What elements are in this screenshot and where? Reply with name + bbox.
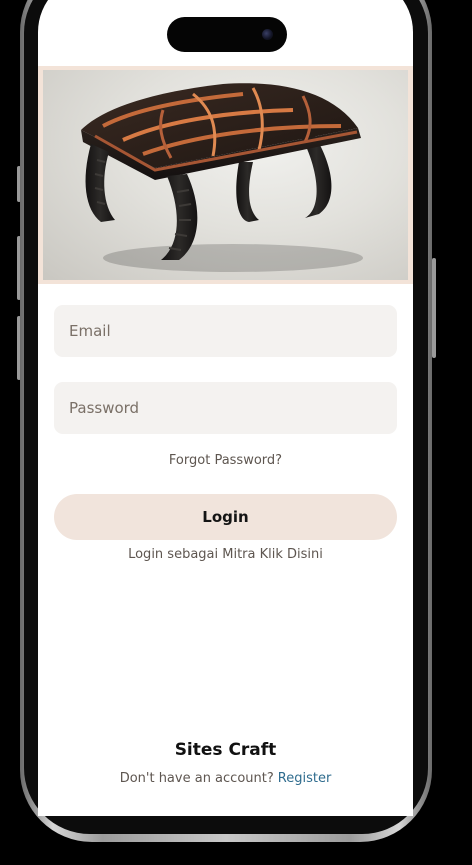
hero-image [43, 70, 408, 280]
app-screen: Forgot Password? Login Login sebagai Mit… [38, 0, 413, 816]
forgot-password-link[interactable]: Forgot Password? [38, 453, 413, 468]
email-input[interactable] [54, 305, 397, 357]
password-input[interactable] [54, 382, 397, 434]
login-button[interactable]: Login [54, 494, 397, 540]
camera-icon [262, 29, 273, 40]
partner-login-link[interactable]: Login sebagai Mitra Klik Disini [38, 547, 413, 562]
brand-name: Sites Craft [174, 740, 277, 760]
register-row: Don't have an account? Register [38, 771, 413, 786]
no-account-text: Don't have an account? [119, 771, 274, 786]
register-link[interactable]: Register [278, 771, 332, 786]
hero-banner [38, 66, 413, 284]
power-button [432, 258, 436, 358]
stage: Forgot Password? Login Login sebagai Mit… [0, 0, 472, 865]
dynamic-island [167, 17, 287, 52]
tire-stool-illustration [81, 83, 363, 272]
